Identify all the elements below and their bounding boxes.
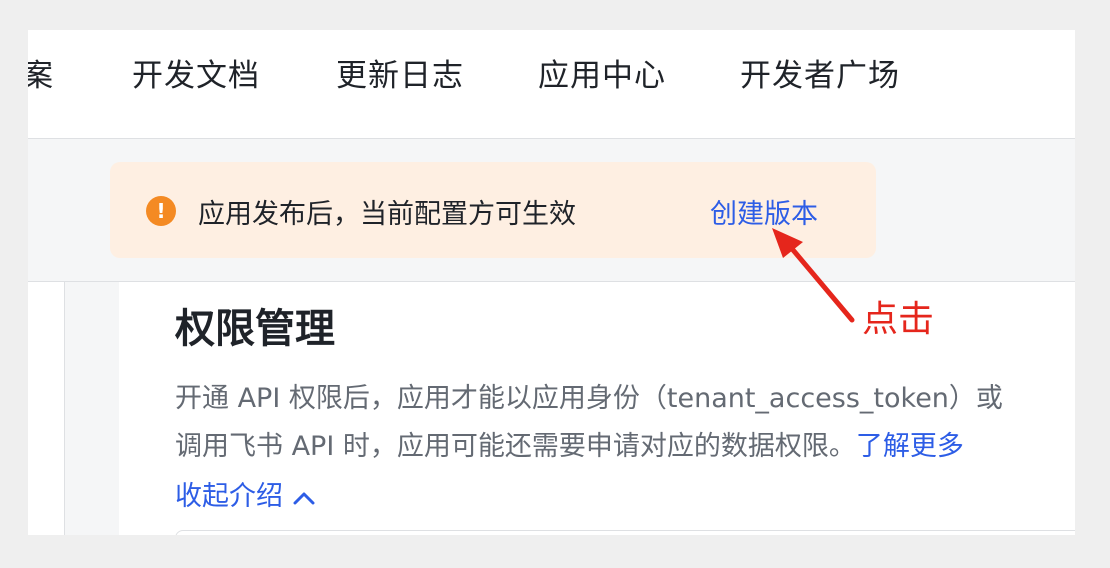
nav-item-developer-plaza[interactable]: 开发者广场 (740, 50, 900, 95)
notice-area: ! 应用发布后，当前配置方可生效 创建版本 (28, 139, 1075, 282)
description-line-2: 调用飞书 API 时，应用可能还需要申请对应的数据权限。了解更多 (175, 424, 964, 463)
annotation-click-label: 点击 (862, 299, 935, 340)
nav-item-dev-docs[interactable]: 开发文档 (132, 50, 260, 95)
collapse-intro-button[interactable]: 收起介绍 (175, 474, 315, 513)
create-version-link[interactable]: 创建版本 (710, 192, 818, 231)
nav-item-changelog[interactable]: 更新日志 (336, 50, 464, 95)
description-text: 调用飞书 API 时，应用可能还需要申请对应的数据权限。 (175, 431, 856, 462)
alert-message: 应用发布后，当前配置方可生效 (198, 199, 576, 230)
learn-more-link[interactable]: 了解更多 (856, 431, 964, 462)
collapse-intro-label: 收起介绍 (175, 481, 283, 512)
left-rail (64, 282, 120, 535)
top-navigation: 案 开发文档 更新日志 应用中心 开发者广场 (28, 30, 1075, 139)
app-window: 案 开发文档 更新日志 应用中心 开发者广场 ! 应用发布后，当前配置方可生效 … (28, 30, 1075, 535)
publish-alert: ! 应用发布后，当前配置方可生效 创建版本 (110, 162, 876, 258)
chevron-up-icon (293, 492, 315, 504)
description-line-1: 开通 API 权限后，应用才能以应用身份（tenant_access_token… (175, 383, 1003, 414)
warning-icon: ! (146, 196, 176, 226)
nav-item-app-center[interactable]: 应用中心 (538, 50, 666, 95)
section-title: 权限管理 (175, 306, 335, 352)
nav-item-partial[interactable]: 案 (28, 50, 54, 95)
permission-card-edge (175, 530, 1075, 535)
